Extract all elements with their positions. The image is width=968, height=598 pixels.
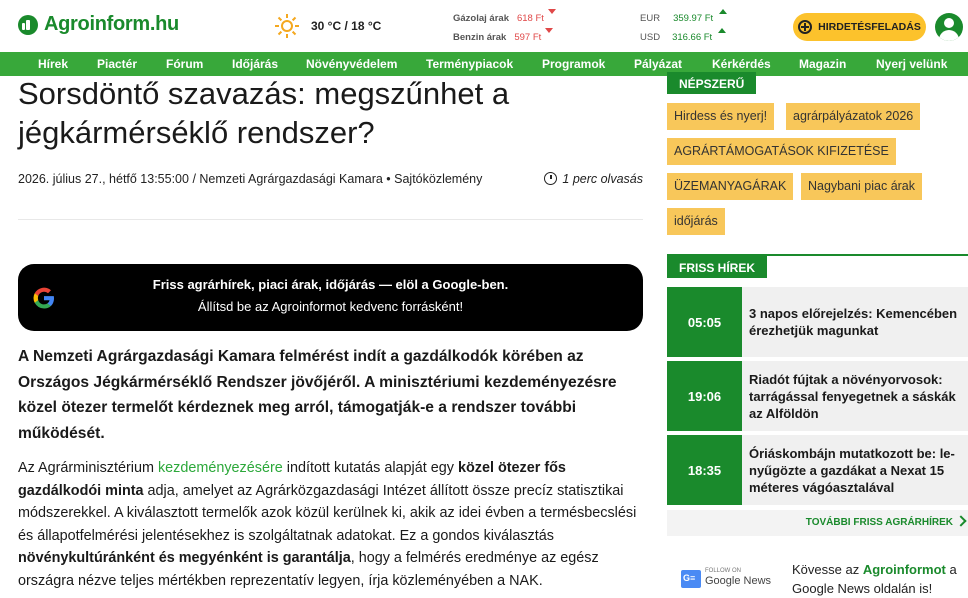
- exchange-rates[interactable]: EUR 359.97 Ft USD 316.66 Ft: [640, 9, 728, 47]
- article-date-source: 2026. július 27., hétfő 13:55:00 / Nemze…: [18, 172, 483, 186]
- more-news-link[interactable]: TOVÁBBI FRISS AGRÁRHÍREK: [667, 510, 968, 536]
- logo-text: Agroinform.hu: [44, 13, 179, 35]
- logo-icon: [18, 14, 38, 35]
- popular-header: NÉPSZERŰ: [667, 72, 968, 94]
- news-title: 3 napos előrejelzés: Kemencében érezhetj…: [749, 306, 958, 338]
- site-logo[interactable]: Agroinform.hu: [18, 13, 179, 36]
- nav-item-kerkerdes[interactable]: Kérkérdés: [712, 57, 771, 71]
- tag-item[interactable]: agrárpályázatok 2026: [786, 103, 921, 130]
- weather-widget[interactable]: 30 °C / 18 °C: [275, 14, 381, 38]
- divider: [18, 219, 643, 220]
- trend-up-icon: [719, 9, 728, 14]
- body-text: Az Agrárminisztérium: [18, 460, 158, 476]
- read-time: 1 perc olvasás: [544, 172, 643, 186]
- follow-brand[interactable]: Agroinformot: [863, 562, 946, 577]
- google-banner-subtitle: Állítsd be az Agroinformot kedvenc forrá…: [197, 299, 464, 314]
- article-lead: A Nemzeti Agrárgazdasági Kamara felmérés…: [18, 348, 617, 442]
- nav-item-palyazat[interactable]: Pályázat: [634, 57, 682, 71]
- tag-item[interactable]: időjárás: [667, 208, 725, 235]
- tag-item[interactable]: Hirdess és nyerj!: [667, 103, 775, 130]
- google-source-banner[interactable]: Friss agrárhírek, piaci árak, időjárás —…: [18, 264, 643, 331]
- diesel-price: 618 Ft: [516, 13, 544, 24]
- news-time: 19:06: [667, 361, 742, 431]
- article-meta: 2026. július 27., hétfő 13:55:00 / Nemze…: [18, 172, 643, 186]
- user-icon[interactable]: [935, 13, 963, 41]
- diesel-label: Gázolaj árak: [453, 13, 509, 24]
- petrol-label: Benzin árak: [453, 32, 507, 43]
- article: Sorsdöntő szavazás: megszűnhet a jégkárm…: [18, 74, 643, 589]
- body-text: indított kutatás alapját egy: [282, 460, 458, 476]
- eur-rate: 359.97 Ft: [673, 13, 714, 24]
- usd-rate: 316.66 Ft: [672, 32, 713, 43]
- nav-item-idojaras[interactable]: Időjárás: [232, 57, 278, 71]
- google-banner-title: Friss agrárhírek, piaci árak, időjárás —…: [152, 277, 509, 292]
- tag-item[interactable]: Nagybani piac árak: [801, 173, 923, 200]
- post-ad-button[interactable]: HIRDETÉSFELADÁS: [793, 13, 926, 41]
- trend-down-icon: [545, 28, 554, 33]
- nav-item-programok[interactable]: Programok: [542, 57, 605, 71]
- news-time: 05:05: [667, 287, 742, 357]
- nav-item-magazin[interactable]: Magazin: [799, 57, 846, 71]
- chevron-right-icon: [955, 515, 967, 527]
- fresh-news-header: FRISS HÍREK: [667, 254, 968, 278]
- news-title: Óriáskombájn mutatkozott be: le-nyűgözte…: [749, 445, 955, 495]
- follow-text-part: Kövesse az: [792, 562, 863, 577]
- google-news-icon: [681, 570, 701, 588]
- fresh-news-title: FRISS HÍREK: [667, 256, 768, 278]
- post-ad-label: HIRDETÉSFELADÁS: [818, 21, 921, 33]
- news-time: 18:35: [667, 435, 742, 505]
- eur-label: EUR: [640, 13, 661, 24]
- news-item[interactable]: 05:05 3 napos előrejelzés: Kemencében ér…: [667, 287, 968, 357]
- fuel-prices[interactable]: Gázolaj árak 618 Ft Benzin árak 597 Ft: [453, 9, 556, 47]
- read-time-label: 1 perc olvasás: [562, 172, 643, 186]
- top-header: Agroinform.hu 30 °C / 18 °C Gázolaj árak…: [0, 0, 968, 52]
- google-news-label: Google News: [705, 575, 772, 587]
- follow-text: Kövesse az Agroinformot a Google News ol…: [792, 560, 967, 598]
- google-news-badge[interactable]: FOLLOW ON Google News: [681, 566, 771, 592]
- tag-item[interactable]: ÜZEMANYAGÁRAK: [667, 173, 794, 200]
- nav-item-forum[interactable]: Fórum: [166, 57, 203, 71]
- more-news-label: TOVÁBBI FRISS AGRÁRHÍREK: [805, 517, 953, 528]
- nav-item-novenyvedelem[interactable]: Növényvédelem: [306, 57, 397, 71]
- trend-down-icon: [547, 9, 556, 14]
- clock-icon: [544, 172, 558, 185]
- follow-on-label: FOLLOW ON: [705, 568, 742, 574]
- nav-item-hirek[interactable]: Hírek: [38, 57, 68, 71]
- petrol-price: 597 Ft: [514, 32, 542, 43]
- news-item[interactable]: 19:06 Riadót fújtak a növényorvosok: tar…: [667, 361, 968, 431]
- fresh-news: FRISS HÍREK 05:05 3 napos előrejelzés: K…: [667, 254, 968, 505]
- trend-up-icon: [718, 28, 727, 33]
- nav-item-termenypiacok[interactable]: Terménypiacok: [426, 57, 513, 71]
- news-item[interactable]: 18:35 Óriáskombájn mutatkozott be: le-ny…: [667, 435, 968, 505]
- usd-label: USD: [640, 32, 661, 43]
- article-title: Sorsdöntő szavazás: megszűnhet a jégkárm…: [18, 76, 510, 150]
- sun-icon: [275, 14, 299, 38]
- tag-item[interactable]: AGRÁRTÁMOGATÁSOK KIFIZETÉSE: [667, 138, 896, 165]
- body-bold-text: növénykultúránként és megyénként is gara…: [18, 550, 351, 566]
- temperature: 30 °C / 18 °C: [311, 19, 382, 33]
- article-body: Az Agrárminisztérium kezdeményezésére in…: [18, 457, 643, 592]
- popular-title: NÉPSZERŰ: [667, 72, 757, 94]
- body-link[interactable]: kezdeményezésére: [158, 460, 283, 476]
- news-title: Riadót fújtak a növényorvosok: tarrágáss…: [749, 371, 956, 421]
- plus-icon: [798, 20, 813, 34]
- nav-item-nyerj-velunk[interactable]: Nyerj velünk: [876, 57, 947, 71]
- nav-item-piacter[interactable]: Piactér: [97, 57, 137, 71]
